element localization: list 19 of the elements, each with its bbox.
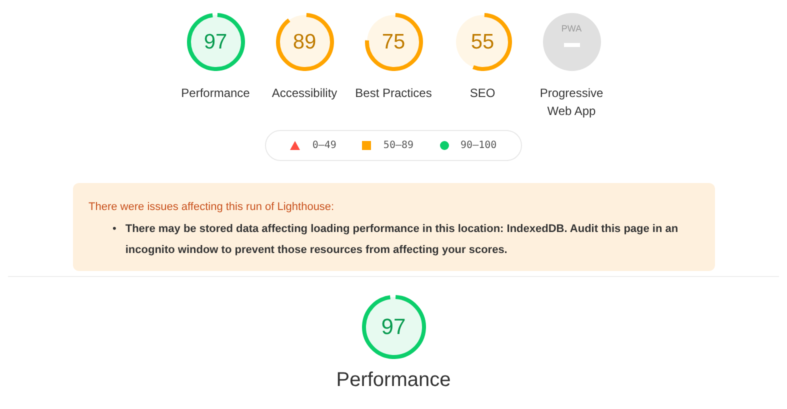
score-value: 97 (204, 32, 228, 52)
bullet: • (112, 222, 116, 237)
pwa-badge (542, 13, 600, 71)
category-label: Performance (180, 85, 251, 102)
legend-range: 50–89 (383, 140, 414, 151)
score-value: 55 (470, 32, 494, 52)
category-title: Performance (336, 369, 451, 392)
legend-range: 90–100 (460, 140, 497, 151)
score-value: 97 (381, 316, 406, 338)
score-value: 89 (292, 32, 316, 52)
category-label: Best Practices (354, 85, 432, 102)
warning-item: There may be stored data affecting loading performance in this location: IndexedDB. Audit this page in an incognito window to prevent those resources from affecting your scores. (125, 222, 680, 258)
pwa-text: PWA (561, 24, 582, 34)
score-value: 75 (382, 32, 406, 52)
category-label: SEO (468, 85, 496, 102)
category-label: Progressive Web App (538, 85, 604, 120)
category-label: Accessibility (270, 85, 338, 102)
legend-range: 0–49 (312, 140, 336, 151)
warning-title: There were issues affecting this run of Lighthouse: (88, 201, 336, 213)
